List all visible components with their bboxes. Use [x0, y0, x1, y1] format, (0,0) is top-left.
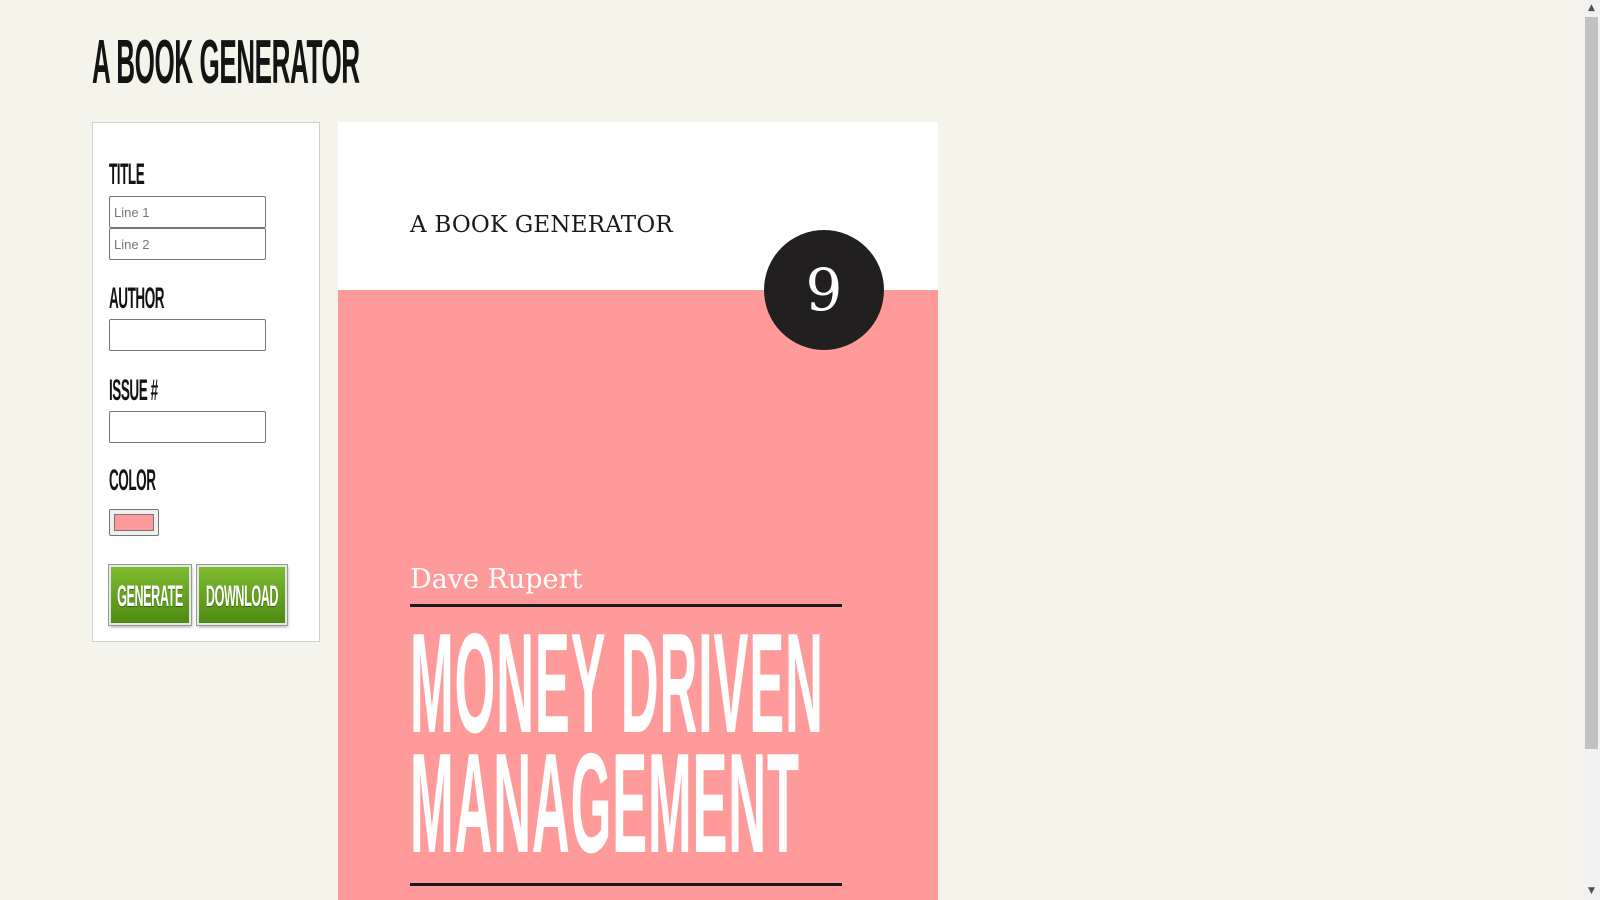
issue-number-input[interactable]	[109, 411, 266, 443]
color-label: COLOR	[109, 464, 156, 497]
title-label: TITLE	[109, 158, 145, 191]
book-cover: A BOOK GENERATOR 9 Dave Rupert MONEY DRI…	[338, 122, 938, 900]
cover-author: Dave Rupert	[410, 564, 583, 595]
generate-button-label: GENERATE	[117, 580, 183, 613]
cover-title-line2: MANAGEMENT	[410, 724, 800, 883]
generate-button[interactable]: GENERATE	[109, 565, 191, 625]
author-label: AUTHOR	[109, 282, 165, 315]
title-line2-input[interactable]	[109, 228, 266, 260]
cover-series-title: A BOOK GENERATOR	[410, 212, 673, 238]
color-swatch-fill	[114, 514, 154, 531]
page: A BOOK GENERATOR TITLE AUTHOR ISSUE # CO…	[0, 0, 1600, 900]
form-panel: TITLE AUTHOR ISSUE # COLOR GENERATE DOWN…	[92, 122, 320, 642]
scroll-up-icon[interactable]: ▲	[1583, 0, 1600, 17]
scroll-down-icon[interactable]: ▼	[1583, 883, 1600, 900]
app-title: A BOOK GENERATOR	[92, 28, 360, 97]
title-line1-input[interactable]	[109, 196, 266, 228]
download-button[interactable]: DOWNLOAD	[197, 565, 287, 625]
issue-label: ISSUE #	[109, 374, 158, 407]
download-button-label: DOWNLOAD	[205, 580, 279, 613]
issue-number-badge: 9	[764, 230, 884, 350]
author-input[interactable]	[109, 319, 266, 351]
vertical-scrollbar[interactable]: ▲ ▼	[1583, 0, 1600, 900]
scroll-thumb[interactable]	[1585, 17, 1598, 749]
cover-rule-bottom	[410, 883, 842, 886]
color-picker[interactable]	[109, 509, 159, 536]
